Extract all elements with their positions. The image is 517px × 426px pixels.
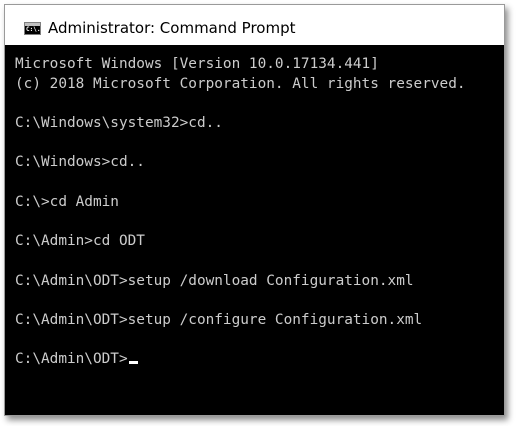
prompt-text: C:\Admin\ODT> bbox=[15, 351, 128, 368]
window-title: Administrator: Command Prompt bbox=[48, 19, 296, 37]
console-line: Microsoft Windows [Version 10.0.17134.44… bbox=[15, 56, 379, 72]
console-line: C:\Windows>cd.. bbox=[15, 154, 145, 171]
console-line: C:\Admin\ODT>setup /configure Configurat… bbox=[15, 311, 423, 328]
console-line: C:\Admin\ODT>setup /download Configurati… bbox=[15, 272, 414, 289]
console-app-icon[interactable]: C:\. bbox=[24, 22, 41, 35]
console-line: (c) 2018 Microsoft Corporation. All righ… bbox=[15, 75, 466, 92]
console-line: C:\>cd Admin bbox=[15, 193, 119, 210]
title-bar[interactable]: C:\. Administrator: Command Prompt bbox=[5, 5, 504, 45]
command-prompt-window: C:\. Administrator: Command Prompt Micro… bbox=[4, 4, 505, 416]
console-line: C:\Admin>cd ODT bbox=[15, 233, 145, 250]
console-output[interactable]: Microsoft Windows [Version 10.0.17134.44… bbox=[5, 45, 504, 415]
console-lines: Microsoft Windows [Version 10.0.17134.44… bbox=[15, 55, 466, 370]
console-line: C:\Windows\system32>cd.. bbox=[15, 115, 223, 132]
icon-glyph: C:\. bbox=[26, 26, 41, 33]
text-cursor bbox=[128, 361, 138, 365]
prompt-line[interactable]: C:\Admin\ODT> bbox=[15, 350, 466, 370]
